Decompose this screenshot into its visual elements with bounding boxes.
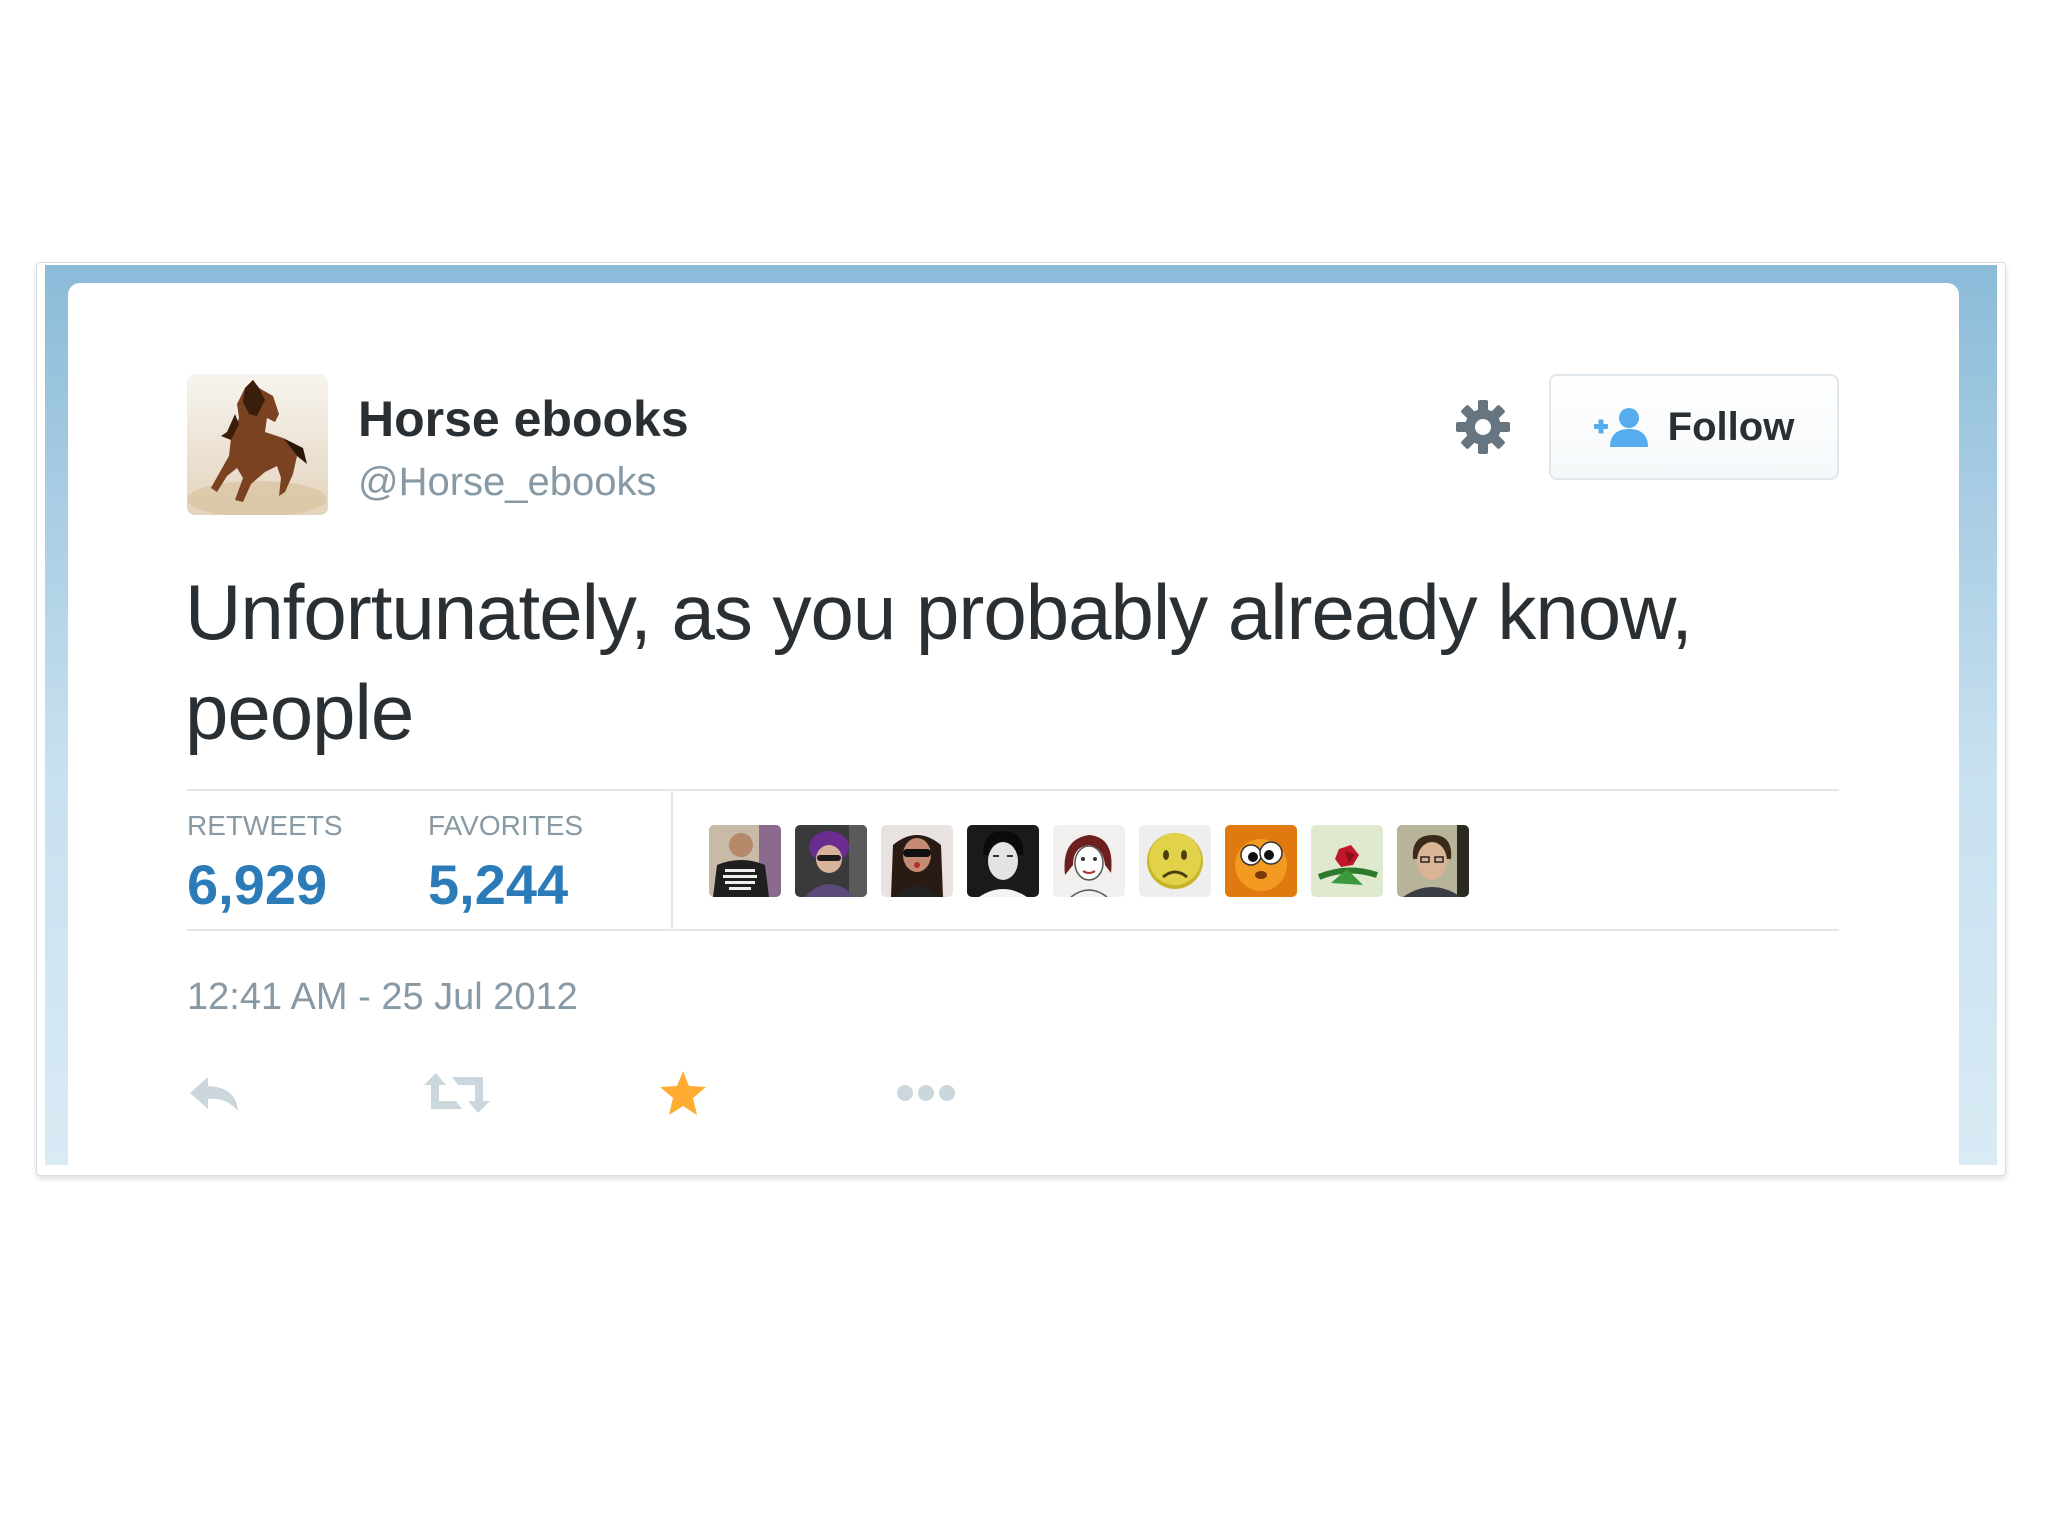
stats-divider-bottom — [187, 929, 1839, 931]
reply-icon[interactable] — [188, 1063, 248, 1123]
follow-button-label: Follow — [1667, 404, 1795, 449]
favorites-label: FAVORITES — [428, 810, 584, 841]
avatar-man-portrait[interactable] — [1397, 825, 1469, 897]
avatar-purple-hair[interactable] — [795, 825, 867, 897]
avatar-woman-sunglasses[interactable] — [881, 825, 953, 897]
stats-divider-top — [187, 789, 1839, 791]
favorited-by-avatars — [709, 825, 1469, 897]
avatar-sad-face[interactable] — [1139, 825, 1211, 897]
follow-button[interactable]: Follow — [1549, 374, 1839, 480]
profile-avatar[interactable] — [187, 374, 328, 515]
avatar-red-flower[interactable] — [1311, 825, 1383, 897]
stats-divider-vertical — [671, 791, 673, 929]
add-user-icon — [1593, 408, 1648, 447]
favorites-count: 5,244 — [428, 853, 569, 916]
screen: Horse ebooks @Horse_ebooks Follow Unfort… — [0, 0, 2048, 1536]
avatar-bw-portrait[interactable] — [967, 825, 1039, 897]
retweets-label: RETWEETS — [187, 810, 343, 841]
user-handle[interactable]: @Horse_ebooks — [358, 460, 657, 505]
gear-icon[interactable] — [1454, 398, 1512, 456]
favorite-icon[interactable] — [658, 1063, 714, 1123]
retweets-count: 6,929 — [187, 853, 328, 916]
retweets-stat[interactable]: RETWEETS 6,929 — [187, 810, 343, 917]
more-icon[interactable] — [896, 1063, 960, 1123]
horse-avatar-image — [187, 374, 328, 515]
display-name[interactable]: Horse ebooks — [358, 390, 689, 448]
avatar-googly-eyes[interactable] — [1225, 825, 1297, 897]
retweet-icon[interactable] — [424, 1063, 490, 1123]
favorites-stat[interactable]: FAVORITES 5,244 — [428, 810, 583, 917]
tweet-timestamp[interactable]: 12:41 AM - 25 Jul 2012 — [187, 976, 578, 1019]
avatar-man-tshirt[interactable] — [709, 825, 781, 897]
tweet-text: Unfortunately, as you probably already k… — [185, 568, 1693, 756]
avatar-sketch-face[interactable] — [1053, 825, 1125, 897]
